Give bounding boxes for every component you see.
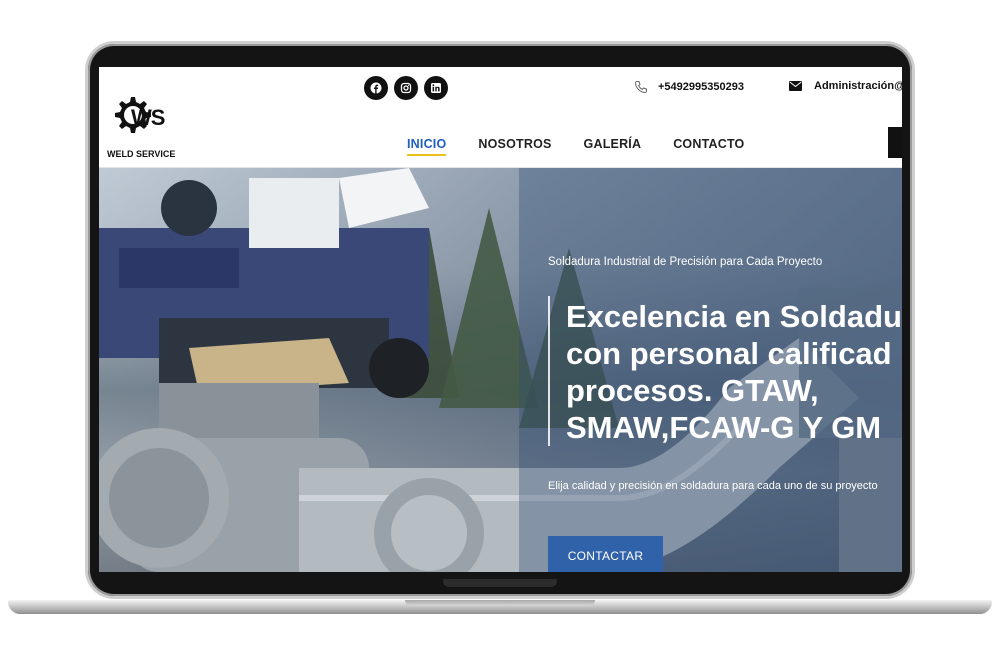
header-action-button[interactable]	[888, 127, 902, 158]
brand-logo[interactable]: WS WELD SERVICE	[105, 91, 175, 161]
nav-item-contacto[interactable]: CONTACTO	[673, 137, 744, 156]
logo-mark: WS	[131, 105, 165, 130]
contact-email[interactable]: Administración@	[789, 80, 902, 92]
hero-title: Excelencia en Soldadu con personal calif…	[566, 299, 902, 445]
contact-button[interactable]: CONTACTAR	[548, 536, 663, 572]
linkedin-icon[interactable]	[424, 76, 448, 100]
main-nav: INICIO NOSOTROS GALERÍA CONTACTO	[407, 137, 744, 156]
laptop-base-notch	[405, 600, 595, 606]
website-screen: WS WELD SERVICE +5492995350293 Administr…	[99, 67, 902, 572]
logo-name: WELD SERVICE	[107, 149, 176, 159]
email-address: Administración@	[814, 80, 902, 92]
hero-accent-bar	[548, 296, 550, 446]
envelope-icon	[789, 81, 802, 91]
social-links	[364, 76, 448, 100]
site-header: WS WELD SERVICE +5492995350293 Administr…	[99, 67, 902, 168]
hero-subtitle: Soldadura Industrial de Precisión para C…	[548, 256, 823, 268]
phone-icon	[634, 81, 647, 94]
nav-item-galeria[interactable]: GALERÍA	[584, 137, 642, 156]
phone-number: +5492995350293	[658, 81, 744, 93]
hero-description: Elija calidad y precisión en soldadura p…	[548, 480, 878, 492]
nav-item-inicio[interactable]: INICIO	[407, 137, 447, 156]
facebook-icon[interactable]	[364, 76, 388, 100]
laptop-hinge	[443, 579, 557, 587]
instagram-icon[interactable]	[394, 76, 418, 100]
nav-item-nosotros[interactable]: NOSOTROS	[478, 137, 551, 156]
contact-phone[interactable]: +5492995350293	[634, 80, 744, 94]
hero-section: Soldadura Industrial de Precisión para C…	[99, 168, 902, 572]
